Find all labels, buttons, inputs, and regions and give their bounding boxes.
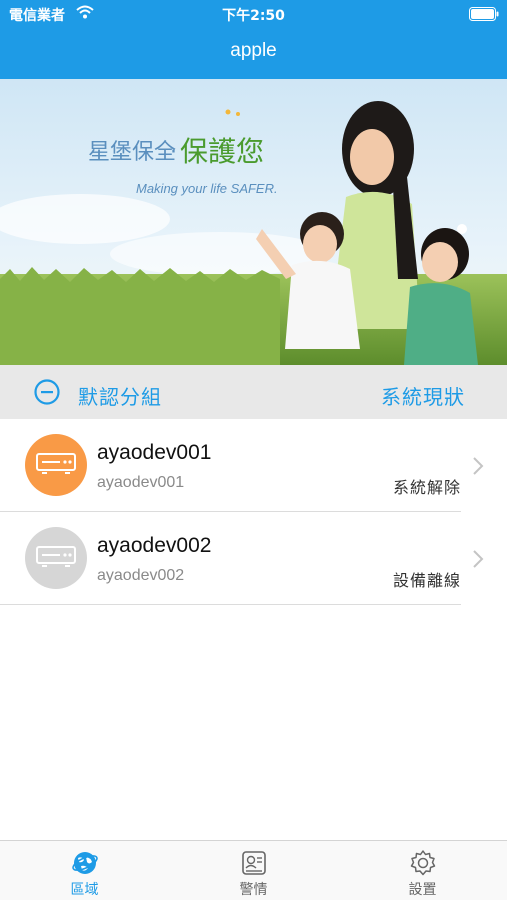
globe-icon bbox=[72, 852, 98, 874]
alert-list-icon bbox=[242, 851, 266, 875]
group-name: 默認分組 bbox=[78, 385, 162, 409]
page-title: apple bbox=[230, 40, 277, 61]
device-subtitle: ayaodev001 bbox=[97, 474, 185, 491]
app-header: 電信業者 下午2:50 apple bbox=[0, 0, 507, 79]
svg-text:·: · bbox=[170, 140, 177, 165]
device-name: ayaodev001 bbox=[97, 441, 212, 464]
device-state: 系統解除 bbox=[392, 478, 461, 497]
tab-alerts[interactable]: 警情 bbox=[169, 841, 338, 900]
device-state: 設備離線 bbox=[392, 571, 461, 590]
tab-label: 警情 bbox=[239, 882, 268, 898]
collapse-group-icon[interactable] bbox=[34, 379, 60, 405]
banner-illustration: 星堡保全 · 保護您 Making your life SAFER. bbox=[0, 79, 507, 365]
system-status-link[interactable]: 系統現狀 bbox=[381, 381, 465, 410]
tab-area[interactable]: 區域 bbox=[0, 841, 169, 900]
tab-label: 設置 bbox=[408, 882, 437, 898]
group-header: 默認分組 系統現狀 bbox=[0, 365, 507, 419]
tab-label: 區域 bbox=[70, 882, 99, 898]
banner-brand-b: 保護您 bbox=[180, 135, 264, 168]
banner-brand-a: 星堡保全 bbox=[88, 140, 176, 165]
device-list: ayaodev001 ayaodev001 系統解除 ayaodev002 ay… bbox=[0, 419, 507, 605]
device-icon bbox=[36, 546, 76, 567]
tab-settings[interactable]: 設置 bbox=[338, 841, 507, 900]
clock: 下午2:50 bbox=[222, 8, 285, 24]
status-bar: 電信業者 下午2:50 bbox=[0, 0, 507, 28]
device-icon bbox=[36, 453, 76, 474]
gear-icon bbox=[410, 850, 436, 876]
device-row[interactable]: ayaodev001 ayaodev001 系統解除 bbox=[0, 419, 507, 512]
device-name: ayaodev002 bbox=[97, 534, 212, 557]
device-avatar bbox=[25, 527, 87, 589]
chevron-right-icon bbox=[473, 457, 484, 475]
banner-tagline: Making your life SAFER. bbox=[136, 181, 278, 196]
chevron-right-icon bbox=[473, 550, 484, 568]
battery-icon bbox=[469, 7, 499, 21]
row-divider bbox=[0, 604, 461, 605]
device-row[interactable]: ayaodev002 ayaodev002 設備離線 bbox=[0, 512, 507, 605]
device-avatar bbox=[25, 434, 87, 496]
promo-banner: 星堡保全 · 保護您 Making your life SAFER. bbox=[0, 79, 507, 365]
device-subtitle: ayaodev002 bbox=[97, 567, 185, 584]
tab-bar: 區域 警情 設置 bbox=[0, 840, 507, 900]
